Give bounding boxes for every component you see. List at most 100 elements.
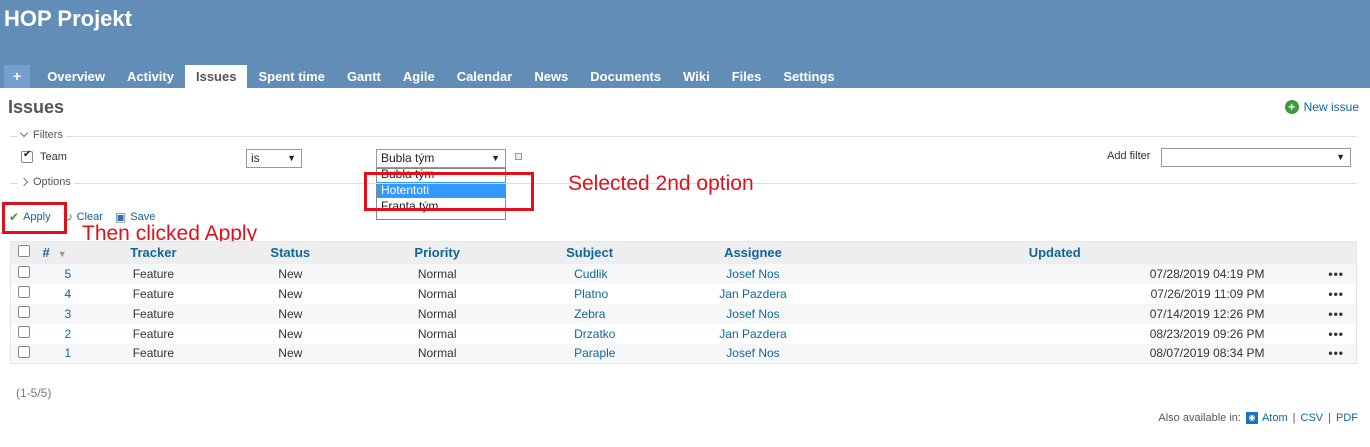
assignee-link[interactable]: Josef Nos (726, 346, 779, 360)
subject-link[interactable]: Cudlik (574, 267, 607, 281)
table-row[interactable]: 3 Feature New Normal Zebra Josef Nos 07/… (10, 303, 1357, 324)
tab-files[interactable]: Files (721, 65, 773, 88)
row-checkbox[interactable] (17, 306, 30, 318)
issue-id-link[interactable]: 4 (64, 287, 71, 301)
toggle-multiselect-icon[interactable] (515, 153, 522, 160)
row-menu-icon[interactable]: ••• (1328, 327, 1344, 341)
assignee-link[interactable]: Jan Pazdera (719, 327, 786, 341)
tab-spent-time[interactable]: Spent time (247, 65, 335, 88)
feed-icon: ◉ (1245, 412, 1258, 424)
chevron-down-icon (19, 128, 29, 138)
column-header-assignee[interactable]: Assignee (667, 241, 839, 264)
tab-calendar[interactable]: Calendar (446, 65, 524, 88)
tab-agile[interactable]: Agile (392, 65, 446, 88)
assignee-link[interactable]: Josef Nos (726, 307, 779, 321)
team-filter-row: Team (21, 149, 67, 163)
separator: | (1292, 412, 1296, 424)
column-header-updated[interactable]: Updated (838, 241, 1271, 264)
main-menu-tabs: + Overview Activity Issues Spent time Ga… (4, 65, 846, 88)
new-issue-link[interactable]: + New issue (1284, 100, 1359, 114)
table-row[interactable]: 1 Feature New Normal Paraple Josef Nos 0… (10, 343, 1357, 364)
annotation-highlight-option (364, 172, 534, 211)
priority-cell: Normal (362, 343, 513, 364)
filters-legend-label: Filters (33, 129, 63, 141)
team-filter-checkbox[interactable] (21, 149, 33, 163)
also-available-label: Also available in: (1158, 412, 1241, 424)
tab-settings[interactable]: Settings (772, 65, 845, 88)
page-title: Issues (8, 97, 65, 117)
column-header-priority[interactable]: Priority (362, 241, 513, 264)
options-legend[interactable]: Options (18, 176, 74, 188)
team-value-select[interactable]: Bubla tým ▼ (376, 149, 506, 168)
row-checkbox[interactable] (17, 286, 30, 298)
annotation-selected-note: Selected 2nd option (568, 172, 754, 195)
tab-new-object[interactable]: + (4, 65, 31, 88)
priority-cell: Normal (362, 323, 513, 344)
tracker-cell: Feature (88, 263, 219, 284)
filters-legend[interactable]: Filters (18, 128, 66, 141)
project-title[interactable]: HOP Projekt (4, 6, 132, 32)
team-filter-label: Team (40, 151, 67, 163)
issue-id-link[interactable]: 3 (64, 307, 71, 321)
table-row[interactable]: 5 Feature New Normal Cudlik Josef Nos 07… (10, 263, 1357, 284)
row-checkbox[interactable] (17, 345, 30, 358)
add-icon: + (1284, 100, 1299, 114)
priority-cell: Normal (362, 283, 513, 304)
updated-cell: 07/14/2019 12:26 PM (838, 303, 1271, 324)
issue-id-link[interactable]: 5 (64, 267, 71, 281)
csv-link[interactable]: CSV (1301, 412, 1324, 424)
tab-wiki[interactable]: Wiki (672, 65, 721, 88)
team-operator-select[interactable]: is ▼ (246, 149, 302, 168)
table-row[interactable]: 4 Feature New Normal Platno Jan Pazdera … (10, 283, 1357, 304)
atom-link[interactable]: Atom (1262, 412, 1288, 424)
subject-link[interactable]: Paraple (574, 346, 615, 360)
column-header-actions (1270, 241, 1357, 264)
subject-link[interactable]: Zebra (574, 307, 605, 321)
updated-cell: 07/28/2019 04:19 PM (838, 263, 1271, 284)
dropdown-arrow-icon: ▼ (1336, 152, 1345, 162)
tab-issues[interactable]: Issues (184, 65, 248, 88)
row-checkbox[interactable] (17, 266, 30, 278)
updated-cell: 07/26/2019 11:09 PM (838, 283, 1271, 304)
table-row[interactable]: 2 Feature New Normal Drzatko Jan Pazdera… (10, 323, 1357, 344)
assignee-link[interactable]: Josef Nos (726, 267, 779, 281)
column-header-status[interactable]: Status (218, 241, 363, 264)
status-cell: New (218, 283, 363, 304)
header: HOP Projekt + Overview Activity Issues S… (0, 0, 1370, 88)
subject-link[interactable]: Drzatko (574, 327, 615, 341)
operator-value: is (251, 151, 260, 165)
column-header-id[interactable]: # ▼ (36, 241, 89, 264)
row-menu-icon[interactable]: ••• (1328, 267, 1344, 281)
tab-overview[interactable]: Overview (36, 65, 116, 88)
subject-link[interactable]: Platno (574, 287, 608, 301)
assignee-link[interactable]: Jan Pazdera (719, 287, 786, 301)
new-issue-label: New issue (1303, 100, 1359, 114)
add-filter-select[interactable]: ▼ (1161, 148, 1351, 167)
team-value: Bubla tým (381, 151, 435, 165)
table-header-row: # ▼ Tracker Status Priority Subject Assig… (10, 241, 1357, 264)
dropdown-arrow-icon: ▼ (491, 153, 500, 163)
tab-gantt[interactable]: Gantt (336, 65, 392, 88)
add-filter-label: Add filter (1107, 150, 1151, 162)
tab-news[interactable]: News (523, 65, 579, 88)
issue-id-link[interactable]: 2 (64, 327, 71, 341)
separator: | (1328, 412, 1331, 424)
tab-activity[interactable]: Activity (116, 65, 185, 88)
dropdown-arrow-icon: ▼ (287, 153, 296, 163)
row-menu-icon[interactable]: ••• (1328, 346, 1344, 360)
sort-desc-icon: ▼ (57, 249, 67, 260)
row-menu-icon[interactable]: ••• (1328, 287, 1344, 301)
status-cell: New (218, 303, 363, 324)
row-checkbox[interactable] (17, 326, 30, 338)
select-all-checkbox[interactable] (17, 245, 30, 258)
column-header-tracker[interactable]: Tracker (88, 241, 219, 264)
tab-documents[interactable]: Documents (579, 65, 672, 88)
tracker-cell: Feature (88, 283, 219, 304)
row-menu-icon[interactable]: ••• (1328, 307, 1344, 321)
column-header-subject[interactable]: Subject (512, 241, 668, 264)
issues-table: # ▼ Tracker Status Priority Subject Assig… (10, 241, 1357, 364)
pdf-link[interactable]: PDF (1336, 412, 1358, 424)
filters-fieldset-border (10, 136, 1357, 137)
issue-id-link[interactable]: 1 (64, 346, 71, 360)
other-formats: Also available in: ◉ Atom | CSV | PDF (1158, 412, 1358, 424)
